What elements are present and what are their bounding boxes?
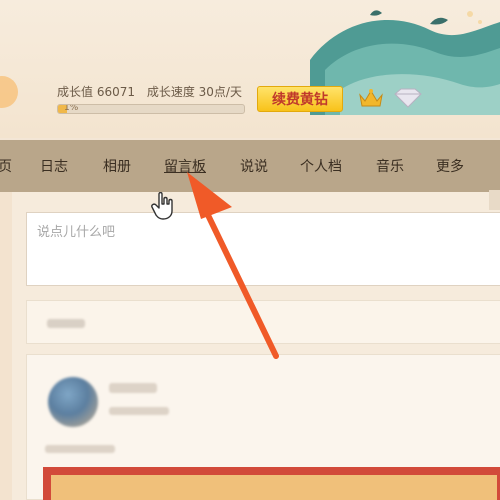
feed-section-header [26, 300, 500, 344]
blurred-section-label [47, 319, 85, 328]
composer-placeholder: 说点儿什么吧 [37, 225, 116, 240]
profile-header: 成长值 66071 成长速度 30点/天 1% 续费黄钻 [0, 0, 500, 138]
nav-item-home[interactable]: 页 [0, 156, 12, 176]
nav-item-album[interactable]: 相册 [103, 156, 131, 176]
left-column [0, 192, 12, 500]
hand-cursor-icon [151, 192, 173, 220]
right-edge [489, 190, 500, 210]
main-navigation: 页 日志 相册 留言板 说说 个人档 音乐 更多 [0, 140, 500, 192]
nav-item-shuoshuo[interactable]: 说说 [240, 156, 268, 176]
nav-item-more[interactable]: 更多 [436, 156, 464, 176]
nav-item-message-board[interactable]: 留言板 [164, 156, 206, 176]
nav-item-music[interactable]: 音乐 [376, 156, 404, 176]
feed-card [26, 354, 500, 500]
growth-info: 成长值 66071 成长速度 30点/天 [57, 83, 250, 100]
blurred-post-text [45, 445, 115, 453]
crown-icon[interactable] [358, 87, 384, 109]
growth-progress-text: 1% [64, 104, 79, 113]
renew-yellow-diamond-button[interactable]: 续费黄钻 [257, 86, 343, 112]
blurred-timestamp [109, 407, 169, 415]
diamond-icon[interactable] [393, 88, 423, 108]
blurred-username [109, 383, 157, 393]
avatar[interactable] [48, 377, 98, 427]
sun-icon [0, 76, 18, 108]
growth-speed: 成长速度 30点/天 [146, 85, 242, 99]
post-image-banner[interactable] [43, 467, 500, 500]
growth-value: 成长值 66071 [57, 85, 135, 99]
nav-item-profile[interactable]: 个人档 [300, 156, 342, 176]
status-composer-input[interactable]: 说点儿什么吧 [26, 212, 500, 286]
nav-item-blog[interactable]: 日志 [40, 156, 68, 176]
growth-progress-bar: 1% [57, 104, 245, 114]
post-image-inner [51, 475, 497, 500]
